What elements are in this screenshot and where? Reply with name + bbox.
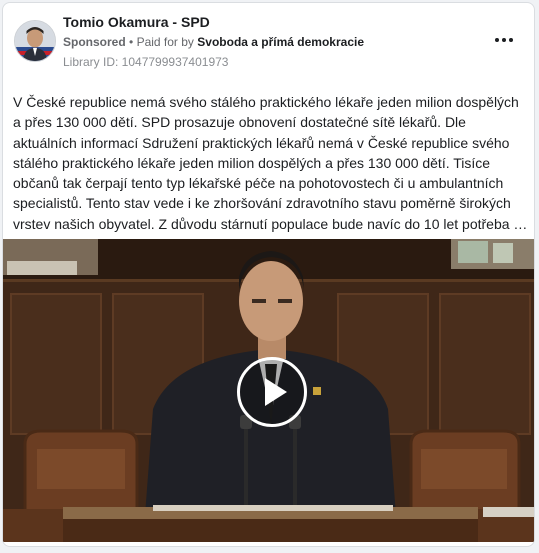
post-body-text: V České republice nemá svého stálého pra… [13, 94, 528, 232]
paid-for-by-label: Paid for by [136, 35, 194, 49]
profile-photo [15, 21, 55, 61]
ad-card: Tomio Okamura - SPD Sponsored • Paid for… [2, 2, 535, 547]
more-horizontal-icon [495, 38, 499, 42]
more-horizontal-icon [509, 38, 513, 42]
video-player[interactable] [3, 239, 534, 542]
sponsored-label: Sponsored [63, 35, 126, 49]
play-button[interactable] [237, 357, 307, 427]
more-horizontal-icon [502, 38, 506, 42]
separator-dot: • [129, 35, 134, 49]
page-name[interactable]: Tomio Okamura - SPD [63, 14, 210, 30]
library-id: Library ID: 1047799937401973 [63, 55, 229, 69]
more-options-button[interactable] [492, 33, 516, 47]
play-icon [265, 378, 287, 406]
avatar[interactable] [14, 20, 56, 62]
sponsor-line: Sponsored • Paid for by Svoboda a přímá … [63, 35, 364, 49]
funder-name[interactable]: Svoboda a přímá demokracie [197, 35, 364, 49]
post-header: Tomio Okamura - SPD Sponsored • Paid for… [3, 3, 534, 79]
